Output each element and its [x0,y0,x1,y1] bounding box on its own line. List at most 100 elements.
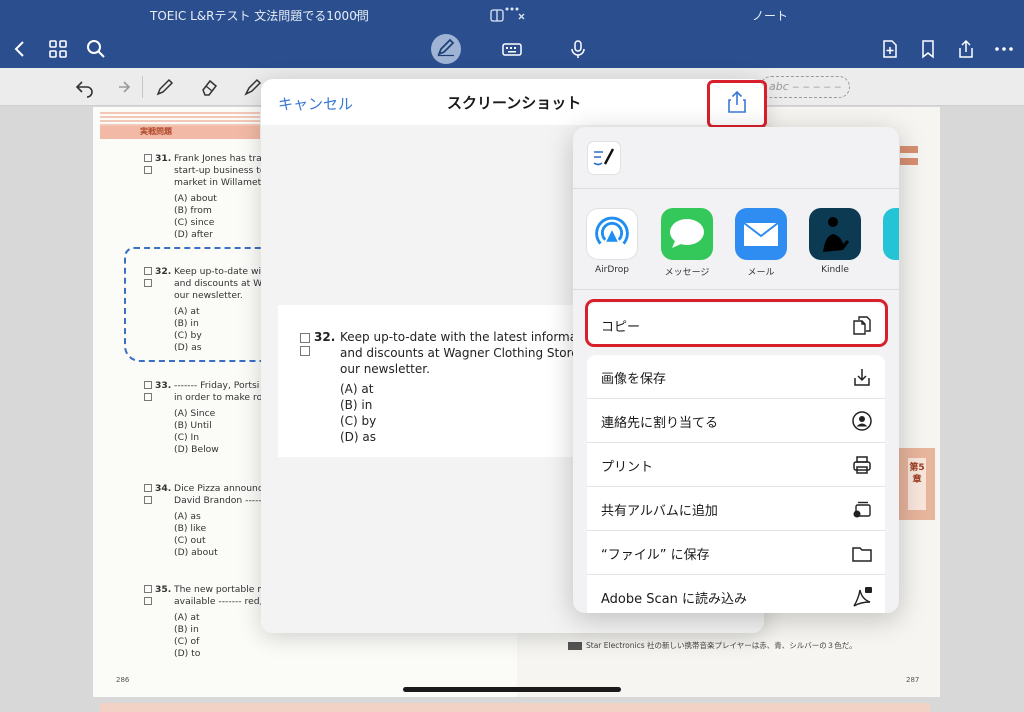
question-text: available ------- red, [174,596,263,607]
pencil-tool-icon[interactable] [154,76,176,98]
action-label: プリント [601,460,654,475]
grid-icon[interactable] [46,37,70,61]
capture-option: (D) as [340,430,377,444]
lasso-selection[interactable] [124,247,264,362]
share-app-label: メール [747,268,775,278]
share-app-label: C [879,265,899,275]
answer-option: (D) after [174,229,213,240]
share-app-label: AirDrop [594,265,629,275]
bookmark-icon[interactable] [916,37,940,61]
share-app-kindle[interactable]: Kindle [805,208,865,275]
folder-icon [851,542,873,564]
question-text: David Brandon ------ [174,495,266,506]
question-number: 31. [155,153,172,164]
share-button[interactable] [707,80,767,128]
capture-option: (C) by [340,414,377,428]
action-label: 連絡先に割り当てる [601,416,719,431]
answer-option: (B) in [174,624,199,635]
redo-icon[interactable] [110,76,132,98]
checkbox-icon[interactable] [144,496,152,504]
checkbox-icon[interactable] [144,154,152,162]
checkbox-icon [300,346,310,356]
question-text: Frank Jones has tra [174,153,262,164]
left-document-title[interactable]: TOEIC L&Rテスト 文法問題でる1000問 [150,7,369,24]
action-label: “ファイル” に保存 [601,548,710,563]
question-number: 33. [155,380,172,391]
share-action-adobe-scan[interactable]: Adobe Scan に読み込み [587,575,885,613]
question-number: 32. [314,330,336,344]
share-action-contact[interactable]: 連絡先に割り当てる [587,399,885,443]
share-sheet: AirDropメッセージメールKindleCC コピー 画像を保存連絡先に割り当… [573,127,899,613]
answer-option: (D) Below [174,444,219,455]
split-view-control[interactable] [489,6,525,24]
adobe-scan-icon [851,586,873,608]
answer-option: (A) as [174,511,201,522]
goodnotes-app-icon [587,141,621,175]
answer-option: (C) of [174,636,200,647]
answer-option: (B) Until [174,420,212,431]
checkbox-icon[interactable] [144,381,152,389]
section-stripe [100,112,260,126]
action-label: 共有アルバムに追加 [601,504,718,519]
pen-icon [436,37,456,61]
share-app-label: Kindle [821,265,849,275]
captured-image[interactable]: 32. Keep up-to-date with the latest info… [278,305,598,457]
add-page-icon[interactable] [878,37,902,61]
share-action-folder[interactable]: “ファイル” に保存 [587,531,885,575]
share-app-mail[interactable]: メール [731,208,791,278]
contact-icon [851,410,873,432]
answer-option: (A) Since [174,408,216,419]
checkbox-icon [300,333,310,343]
right-page-footer: Star Electronics 社の新しい携帯音楽プレイヤーは赤、青、シルバー… [568,640,857,651]
question-text: market in Willamette [174,177,271,188]
kindle-icon [809,208,861,260]
question-text: The new portable m [174,584,267,595]
microphone-icon[interactable] [566,37,590,61]
more-icon[interactable] [992,37,1016,61]
undo-icon[interactable] [74,76,96,98]
question-text: start-up business to [174,165,266,176]
answer-option: (D) to [174,648,201,659]
answer-option: (A) at [174,612,200,623]
chevron-down-icon[interactable]: ⌄ [353,8,361,19]
toolbar-divider [142,76,143,98]
share-icon[interactable] [954,37,978,61]
canva-icon: C [883,208,899,260]
lasso-placeholder: abc ‒ ‒ ‒ ‒ ‒ [760,76,850,98]
question-number: 35. [155,584,172,595]
checkbox-icon[interactable] [144,484,152,492]
answer-option: (D) about [174,547,218,558]
share-action-print[interactable]: プリント [587,443,885,487]
back-icon[interactable] [8,37,32,61]
checkbox-icon[interactable] [144,597,152,605]
question-number: 34. [155,483,172,494]
share-action-save-image[interactable]: 画像を保存 [587,355,885,399]
left-page-number: 286 [116,676,130,684]
answer-option: (C) In [174,432,200,443]
answer-option: (C) out [174,535,206,546]
search-icon[interactable] [84,37,108,61]
airdrop-icon [586,208,638,260]
answer-option: (C) since [174,217,215,228]
pen-mode-button[interactable] [431,34,461,64]
checkbox-icon[interactable] [144,393,152,401]
answer-option: (A) about [174,193,217,204]
answer-option: (B) from [174,205,212,216]
action-label: 画像を保存 [601,372,667,387]
share-app-airdrop[interactable]: AirDrop [582,208,642,275]
capture-option: (B) in [340,398,373,412]
share-app-canva[interactable]: CC [879,208,899,275]
right-document-title[interactable]: ノート [752,7,788,24]
section-header: 実戦問題 [100,126,260,139]
share-action-shared-album[interactable]: 共有アルバムに追加 [587,487,885,531]
checkbox-icon[interactable] [144,585,152,593]
title-bar: TOEIC L&Rテスト 文法問題でる1000問 ⌄ ノート [0,0,1024,30]
home-indicator[interactable] [403,687,621,692]
eraser-tool-icon[interactable] [198,76,220,98]
checkbox-icon[interactable] [144,166,152,174]
share-app-messages[interactable]: メッセージ [657,208,717,278]
keyboard-icon[interactable] [500,37,524,61]
question-text: Dice Pizza announc [174,483,263,494]
save-image-icon [851,366,873,388]
cancel-button[interactable]: キャンセル [278,93,353,114]
